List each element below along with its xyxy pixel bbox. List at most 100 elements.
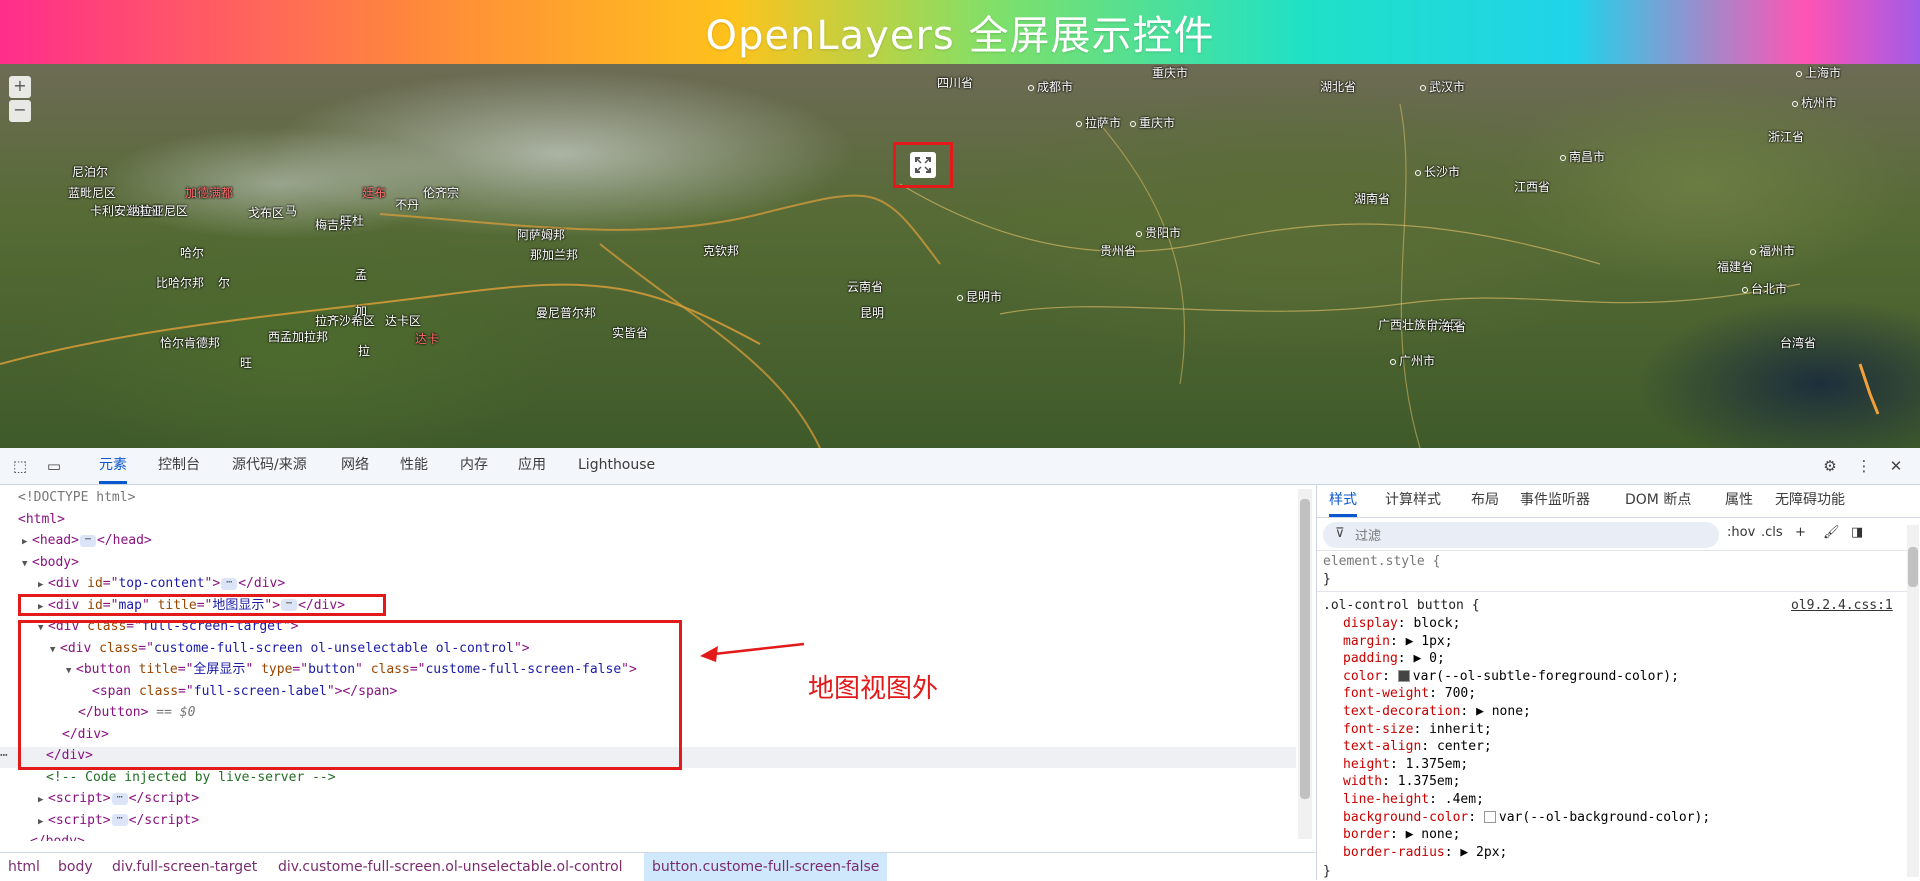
- css-property-value[interactable]: ▶ 0: [1413, 651, 1436, 666]
- devtools-tab-2[interactable]: 源代码/来源: [232, 448, 307, 484]
- elements-scrollbar[interactable]: [1298, 489, 1312, 839]
- styles-scroll-thumb[interactable]: [1908, 547, 1918, 587]
- css-property-value[interactable]: block: [1413, 616, 1452, 631]
- css-property[interactable]: height: 1.375em;: [1343, 756, 1468, 774]
- dom-node-line[interactable]: ▶ <div id="top-content"> ⋯ </div>: [38, 573, 285, 594]
- rule-source-link[interactable]: ol9.2.4.css:1: [1791, 597, 1893, 615]
- styles-tool-2[interactable]: +: [1795, 525, 1806, 540]
- css-property[interactable]: display: block;: [1343, 615, 1460, 633]
- breadcrumb-item[interactable]: div.custome-full-screen.ol-unselectable.…: [278, 853, 623, 881]
- styles-tab-5[interactable]: 属性: [1725, 485, 1753, 517]
- css-property-name[interactable]: display: [1343, 616, 1398, 631]
- inspect-element-icon[interactable]: ⬚: [10, 456, 30, 476]
- zoom-in-button[interactable]: +: [9, 76, 31, 98]
- css-property[interactable]: text-decoration: ▶ none;: [1343, 703, 1531, 721]
- css-property-name[interactable]: line-height: [1343, 792, 1429, 807]
- css-property[interactable]: border-radius: ▶ 2px;: [1343, 844, 1507, 862]
- css-property[interactable]: background-color: var(--ol-background-co…: [1343, 809, 1710, 827]
- css-property-value[interactable]: inherit: [1429, 722, 1484, 737]
- dom-node-line[interactable]: ▶ <script> ⋯ </script>: [38, 788, 199, 809]
- css-property-value[interactable]: ▶ none: [1476, 704, 1523, 719]
- css-property-name[interactable]: width: [1343, 774, 1382, 789]
- css-property-value[interactable]: 1.375em: [1398, 774, 1453, 789]
- device-toolbar-icon[interactable]: ▭: [44, 456, 64, 476]
- css-property-name[interactable]: color: [1343, 669, 1382, 684]
- css-property-value[interactable]: .4em: [1445, 792, 1476, 807]
- css-property[interactable]: margin: ▶ 1px;: [1343, 633, 1453, 651]
- fullscreen-button-highlight[interactable]: [893, 142, 953, 188]
- devtools-tab-3[interactable]: 网络: [341, 448, 369, 484]
- dom-node-line[interactable]: </body>: [30, 831, 85, 841]
- styles-tab-2[interactable]: 布局: [1471, 485, 1499, 517]
- devtools-tab-4[interactable]: 性能: [400, 448, 428, 484]
- map-label: 旺杜: [340, 214, 365, 228]
- devtools-tab-0[interactable]: 元素: [99, 448, 127, 484]
- styles-tool-3[interactable]: 🖌: [1823, 525, 1840, 540]
- styles-tab-3[interactable]: 事件监听器: [1520, 485, 1590, 517]
- css-property-value[interactable]: ▶ 2px: [1460, 845, 1499, 860]
- css-property[interactable]: color: var(--ol-subtle-foreground-color)…: [1343, 668, 1679, 686]
- css-property-value[interactable]: 1.375em: [1406, 757, 1461, 772]
- devtools-tab-6[interactable]: 应用: [518, 448, 546, 484]
- dom-node-line[interactable]: <html>: [18, 509, 65, 530]
- css-property-value[interactable]: center: [1437, 739, 1484, 754]
- zoom-out-button[interactable]: −: [9, 100, 31, 122]
- dom-node-line[interactable]: ▼ <body>: [22, 552, 79, 573]
- css-property[interactable]: text-align: center;: [1343, 738, 1492, 756]
- breadcrumb-item[interactable]: html: [8, 853, 40, 881]
- rule-selector[interactable]: .ol-control button {: [1323, 597, 1480, 615]
- css-property-value[interactable]: var(--ol-background-color): [1499, 810, 1703, 825]
- css-property-name[interactable]: margin: [1343, 634, 1390, 649]
- breadcrumb-item[interactable]: button.custome-full-screen-false: [644, 853, 888, 881]
- fullscreen-button[interactable]: [910, 152, 936, 178]
- styles-tool-0[interactable]: :hov: [1727, 525, 1755, 540]
- css-property[interactable]: font-size: inherit;: [1343, 721, 1492, 739]
- css-property-name[interactable]: font-size: [1343, 722, 1413, 737]
- map-view[interactable]: + − 四川省 成都市 重庆市 湖北省 武汉市 上海市 杭州市 重庆市 浙江省 拉萨市 尼泊尔 蓝毗尼…: [0, 64, 1920, 448]
- css-property[interactable]: font-weight: 700;: [1343, 685, 1476, 703]
- styles-tool-1[interactable]: .cls: [1761, 525, 1783, 540]
- css-property[interactable]: border: ▶ none;: [1343, 826, 1460, 844]
- settings-gear-icon[interactable]: ⚙: [1820, 456, 1840, 476]
- styles-tab-6[interactable]: 无障碍功能: [1775, 485, 1845, 517]
- map-label: 广东省: [1430, 320, 1467, 334]
- css-property-name[interactable]: font-weight: [1343, 686, 1429, 701]
- css-property-value[interactable]: var(--ol-subtle-foreground-color): [1413, 669, 1671, 684]
- elements-scroll-thumb[interactable]: [1300, 499, 1310, 799]
- css-property[interactable]: width: 1.375em;: [1343, 773, 1460, 791]
- css-property-name[interactable]: text-decoration: [1343, 704, 1460, 719]
- breadcrumb-item[interactable]: div.full-screen-target: [112, 853, 257, 881]
- styles-tab-4[interactable]: DOM 断点: [1625, 485, 1691, 517]
- css-property[interactable]: padding: ▶ 0;: [1343, 650, 1445, 668]
- color-swatch[interactable]: [1483, 811, 1496, 824]
- devtools-tab-5[interactable]: 内存: [460, 448, 488, 484]
- css-property-name[interactable]: height: [1343, 757, 1390, 772]
- breadcrumb-item[interactable]: body: [58, 853, 93, 881]
- styles-scrollbar[interactable]: [1907, 525, 1919, 877]
- css-property-name[interactable]: text-align: [1343, 739, 1421, 754]
- styles-filter[interactable]: ⊽: [1323, 522, 1719, 548]
- styles-tab-0[interactable]: 样式: [1329, 485, 1357, 517]
- devtools-tab-1[interactable]: 控制台: [158, 448, 200, 484]
- dom-node-line[interactable]: <!DOCTYPE html>: [18, 487, 135, 508]
- styles-tool-4[interactable]: ◨: [1851, 525, 1863, 540]
- css-property[interactable]: line-height: .4em;: [1343, 791, 1484, 809]
- styles-tab-1[interactable]: 计算样式: [1385, 485, 1441, 517]
- dom-node-line[interactable]: ▶ <head> ⋯ </head>: [22, 530, 152, 551]
- devtools-tab-7[interactable]: Lighthouse: [578, 448, 655, 484]
- css-property-name[interactable]: padding: [1343, 651, 1398, 666]
- more-options-icon[interactable]: ⋮: [1854, 456, 1874, 476]
- css-property-value[interactable]: ▶ 1px: [1406, 634, 1445, 649]
- css-property-name[interactable]: background-color: [1343, 810, 1468, 825]
- css-property-value[interactable]: 700: [1445, 686, 1468, 701]
- element-style-selector[interactable]: element.style {: [1323, 553, 1440, 571]
- css-property-name[interactable]: border: [1343, 827, 1390, 842]
- map-label: 湖南省: [1354, 192, 1391, 206]
- css-property-value[interactable]: ▶ none: [1406, 827, 1453, 842]
- close-devtools-icon[interactable]: ✕: [1886, 456, 1906, 476]
- css-property-name[interactable]: border-radius: [1343, 845, 1445, 860]
- styles-filter-input[interactable]: [1353, 525, 1697, 547]
- row-options-icon[interactable]: ⋯: [0, 748, 8, 763]
- color-swatch[interactable]: [1397, 670, 1410, 683]
- dom-node-line[interactable]: ▶ <script> ⋯ </script>: [38, 810, 199, 831]
